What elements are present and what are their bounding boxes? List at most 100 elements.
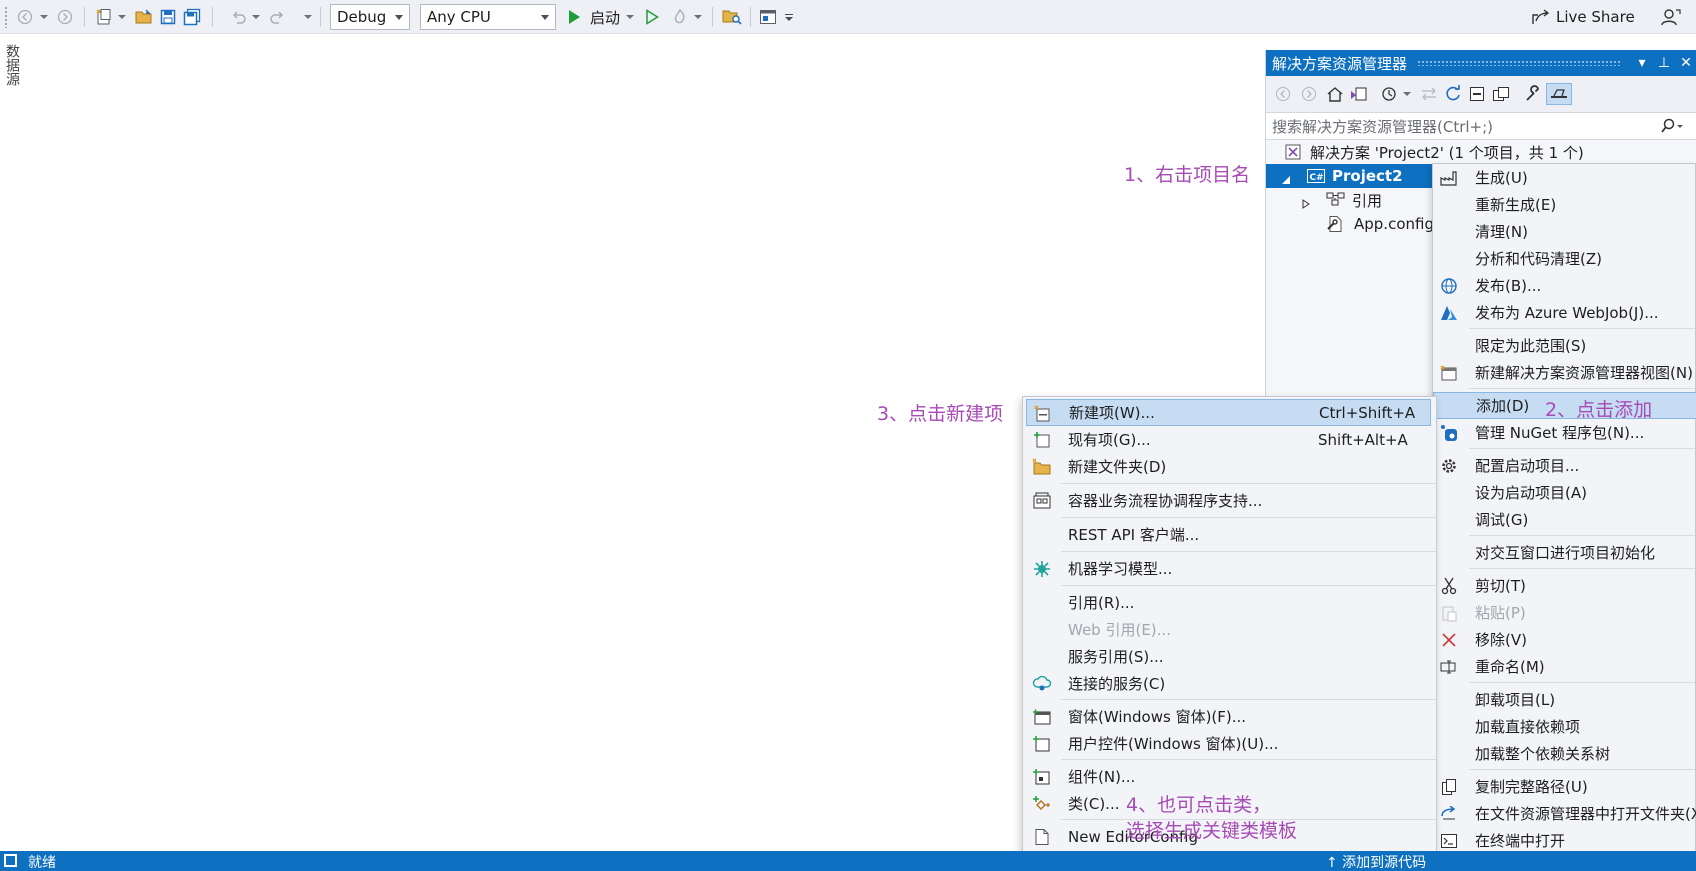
toolbar-grip[interactable] [4, 6, 8, 28]
submenu-item-service-reference[interactable]: 服务引用(S)... [1026, 643, 1431, 670]
toolbar-options-icon[interactable] [782, 0, 796, 34]
nav-forward-icon[interactable] [54, 0, 76, 34]
nuget-icon [1439, 423, 1459, 443]
menu-item-publish-azure-webjob[interactable]: 发布为 Azure WebJob(J)... [1433, 299, 1696, 326]
submenu-item-container-orchestrator[interactable]: 容器业务流程协调程序支持... [1026, 487, 1431, 514]
menu-item-publish[interactable]: 发布(B)... [1433, 272, 1696, 299]
menu-item-build[interactable]: 生成(U) [1433, 164, 1696, 191]
folder-search-icon[interactable] [720, 0, 744, 34]
menu-item-copy-full-path[interactable]: 复制完整路径(U) [1433, 773, 1696, 800]
menu-item-interactive-init[interactable]: 对交互窗口进行项目初始化 [1433, 539, 1696, 566]
start-button[interactable]: 启动 [588, 0, 622, 34]
menu-item-rebuild[interactable]: 重新生成(E) [1433, 191, 1696, 218]
menu-item-configure-startup[interactable]: 配置启动项目... [1433, 452, 1696, 479]
undo-icon[interactable] [228, 0, 250, 34]
project-label: Project2 [1332, 167, 1403, 185]
se-pending-dropdown-icon[interactable] [1400, 83, 1414, 105]
hot-reload-dropdown-icon[interactable] [692, 0, 704, 34]
paste-icon [1439, 603, 1459, 623]
new-project-dropdown-icon[interactable] [116, 0, 128, 34]
menu-item-manage-nuget[interactable]: 管理 NuGet 程序包(N)... [1433, 419, 1696, 446]
menu-item-new-explorer-view[interactable]: 新建解决方案资源管理器视图(N) [1433, 359, 1696, 386]
panel-menu-icon[interactable]: ▾ [1631, 55, 1653, 71]
menu-item-clean[interactable]: 清理(N) [1433, 218, 1696, 245]
submenu-item-new-item[interactable]: 新建项(W)... Ctrl+Shift+A [1026, 399, 1431, 426]
submenu-item-component[interactable]: 组件(N)... [1026, 763, 1431, 790]
se-pending-changes-icon[interactable] [1378, 83, 1400, 105]
menu-item-analyze-code-cleanup[interactable]: 分析和代码清理(Z) [1433, 245, 1696, 272]
solution-label: 解决方案 'Project2' (1 个项目，共 1 个) [1310, 143, 1584, 162]
open-folder-icon[interactable] [132, 0, 156, 34]
se-collapse-all-icon[interactable] [1466, 83, 1488, 105]
live-share-button[interactable]: Live Share [1556, 0, 1648, 34]
submenu-item-ml-model[interactable]: 机器学习模型... [1026, 555, 1431, 582]
class-icon [1032, 794, 1052, 814]
submenu-item-web-reference[interactable]: Web 引用(E)... [1026, 616, 1431, 643]
se-preview-selected-icon[interactable] [1546, 83, 1572, 105]
se-show-all-files-icon[interactable] [1490, 83, 1512, 105]
submenu-item-connected-services[interactable]: 连接的服务(C) [1026, 670, 1431, 697]
tree-app-config-node[interactable]: App.config [1266, 212, 1433, 236]
svg-text:C#: C# [1310, 173, 1324, 183]
configuration-select[interactable]: Debug [330, 4, 410, 30]
platform-select[interactable]: Any CPU [420, 4, 556, 30]
nav-back-icon[interactable] [14, 0, 36, 34]
se-back-icon[interactable] [1272, 83, 1294, 105]
save-all-icon[interactable] [180, 0, 204, 34]
submenu-item-new-folder[interactable]: 新建文件夹(D) [1026, 453, 1431, 480]
expanded-chevron-icon[interactable] [1281, 171, 1291, 189]
start-dropdown-icon[interactable] [624, 0, 636, 34]
hot-reload-icon[interactable] [668, 0, 692, 34]
se-refresh-icon[interactable] [1442, 83, 1464, 105]
menu-item-set-startup[interactable]: 设为启动项目(A) [1433, 479, 1696, 506]
se-home-icon[interactable] [1324, 83, 1346, 105]
search-placeholder: 搜索解决方案资源管理器(Ctrl+;) [1272, 117, 1494, 136]
menu-item-paste[interactable]: 粘贴(P) [1433, 599, 1696, 626]
globe-icon [1439, 276, 1459, 296]
nav-back-dropdown-icon[interactable] [38, 0, 50, 34]
menu-item-load-direct-deps[interactable]: 加载直接依赖项 [1433, 713, 1696, 740]
menu-item-debug[interactable]: 调试(G) [1433, 506, 1696, 533]
submenu-item-existing-item[interactable]: 现有项(G)... Shift+Alt+A [1026, 426, 1431, 453]
menu-item-open-in-terminal[interactable]: 在终端中打开 [1433, 827, 1696, 854]
start-play-icon[interactable] [562, 0, 586, 34]
se-forward-icon[interactable] [1298, 83, 1320, 105]
submenu-item-reference[interactable]: 引用(R)... [1026, 589, 1431, 616]
menu-item-open-in-explorer[interactable]: 在文件资源管理器中打开文件夹(X) [1433, 800, 1696, 827]
status-text: 就绪 [28, 855, 56, 871]
menu-item-cut[interactable]: 剪切(T) [1433, 572, 1696, 599]
account-feedback-icon[interactable] [1658, 0, 1684, 34]
submenu-item-user-control[interactable]: 用户控件(Windows 窗体)(U)... [1026, 730, 1431, 757]
collapsed-chevron-icon[interactable] [1302, 195, 1310, 213]
start-without-debug-icon[interactable] [640, 0, 664, 34]
solution-explorer-search-input[interactable]: 搜索解决方案资源管理器(Ctrl+;) [1266, 112, 1696, 140]
tree-references-node[interactable]: 引用 [1266, 188, 1433, 212]
menu-item-remove[interactable]: 移除(V) [1433, 626, 1696, 653]
window-layout-icon[interactable] [756, 0, 780, 34]
close-icon[interactable]: ✕ [1675, 55, 1696, 71]
submenu-item-windows-form[interactable]: 窗体(Windows 窗体)(F)... [1026, 703, 1431, 730]
redo-icon[interactable] [266, 0, 288, 34]
menu-item-rename[interactable]: 重命名(M) [1433, 653, 1696, 680]
menu-item-unload-project[interactable]: 卸载项目(L) [1433, 686, 1696, 713]
live-share-icon[interactable] [1530, 0, 1552, 34]
annotation-step2: 2、点击添加 [1545, 399, 1653, 421]
redo-dropdown-icon[interactable] [302, 0, 314, 34]
se-properties-wrench-icon[interactable] [1522, 83, 1544, 105]
new-project-icon[interactable] [92, 0, 116, 34]
tree-solution-node[interactable]: 解决方案 'Project2' (1 个项目，共 1 个) [1266, 140, 1696, 164]
search-icon[interactable] [1659, 118, 1685, 138]
tree-project-node[interactable]: C# Project2 [1266, 164, 1433, 188]
se-sync-icon[interactable] [1418, 83, 1440, 105]
se-switch-views-icon[interactable] [1348, 83, 1370, 105]
data-sources-tab[interactable]: 数据源 [2, 44, 22, 104]
menu-item-scope-to-this[interactable]: 限定为此范围(S) [1433, 332, 1696, 359]
main-toolbar: Debug Any CPU 启动 Live Share [0, 0, 1696, 34]
save-icon[interactable] [156, 0, 180, 34]
menu-item-load-dep-tree[interactable]: 加载整个依赖关系树 [1433, 740, 1696, 767]
pin-icon[interactable]: ⊥ [1653, 55, 1675, 71]
solution-explorer-toolbar [1266, 76, 1696, 112]
undo-dropdown-icon[interactable] [250, 0, 262, 34]
add-to-source-control-button[interactable]: ↑ 添加到源代码 [1326, 852, 1426, 871]
submenu-item-rest-api-client[interactable]: REST API 客户端... [1026, 521, 1431, 548]
